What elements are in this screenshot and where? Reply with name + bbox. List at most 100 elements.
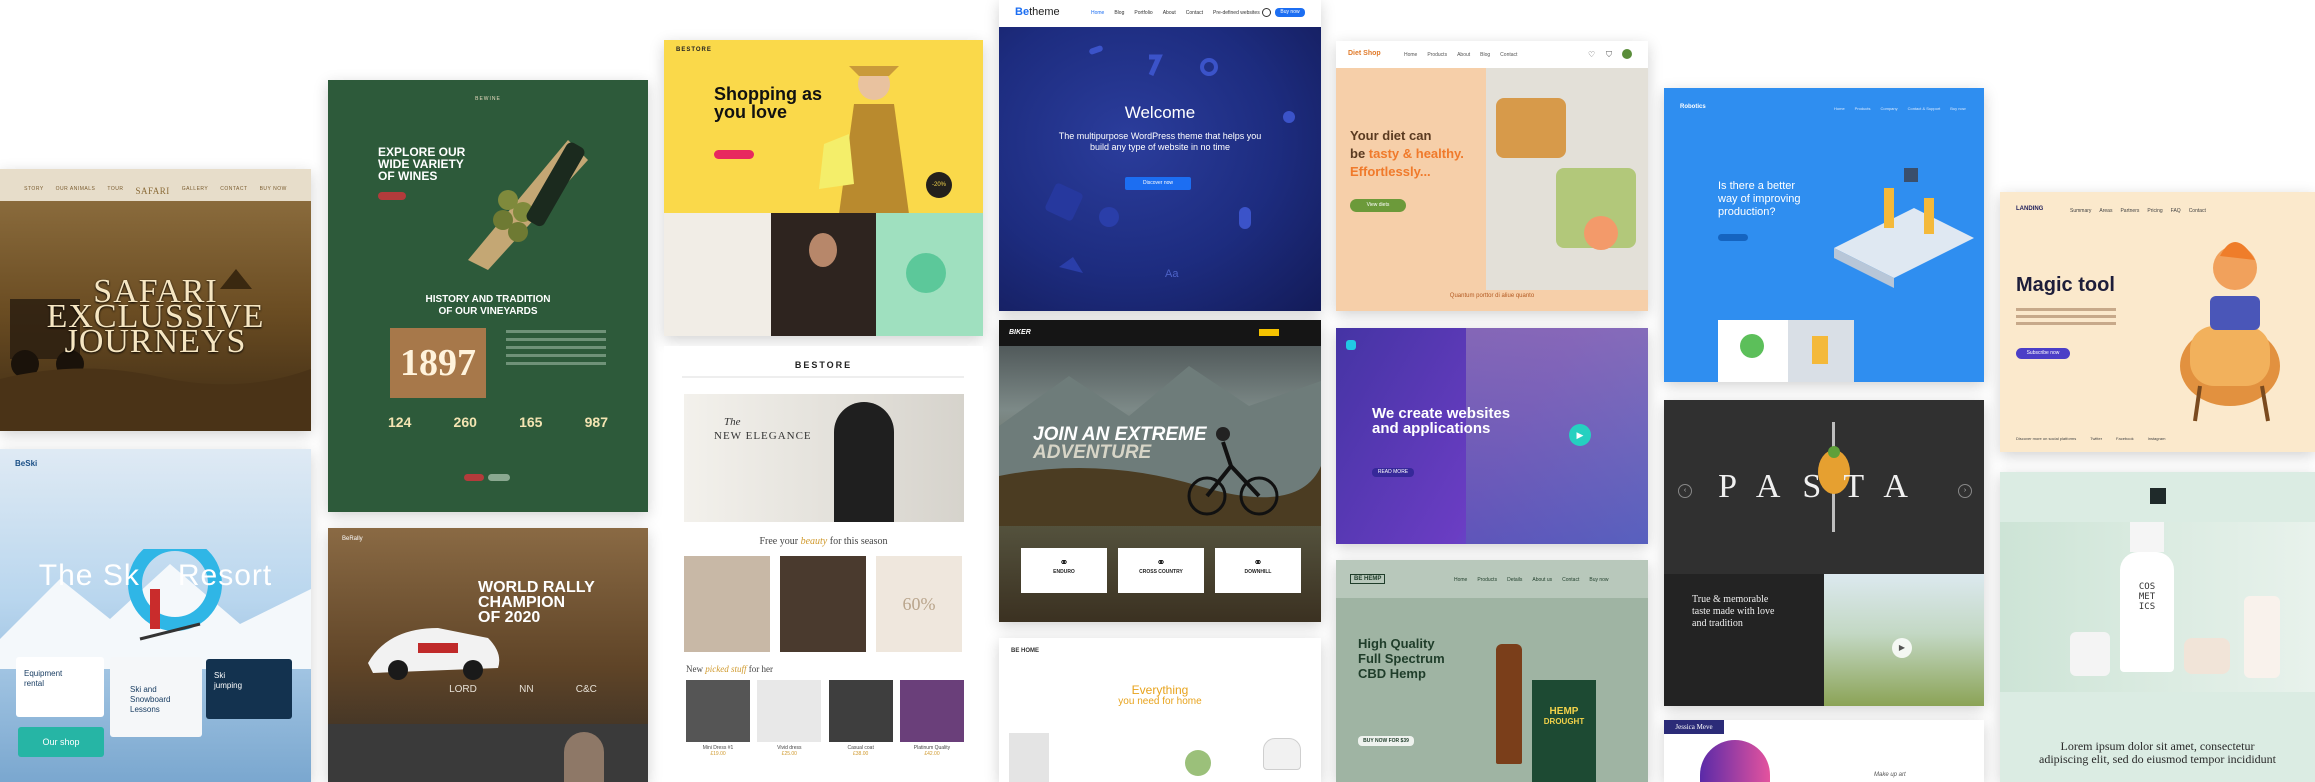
robotics-nav-item[interactable]: Company — [1880, 106, 1897, 111]
welcome-discover-button[interactable]: Discover now — [1125, 177, 1191, 190]
store-product-card[interactable]: Casual coat £38.00 — [828, 680, 893, 757]
wine-cta-button[interactable] — [378, 192, 406, 200]
cart-icon[interactable]: ⛉ — [1606, 50, 1612, 60]
chevron-left-icon[interactable]: ‹ — [1678, 484, 1692, 498]
hemp-nav-item[interactable]: Contact — [1562, 577, 1579, 583]
robotics-nav-item[interactable]: Home — [1834, 106, 1845, 111]
store-logo[interactable]: BESTORE — [664, 360, 983, 370]
betheme-nav-item[interactable]: Blog — [1114, 10, 1124, 16]
ski-shop-button[interactable]: Our shop — [18, 727, 104, 757]
diet-nav-item[interactable]: Blog — [1480, 52, 1490, 58]
betheme-buy-button[interactable]: Buy now — [1275, 8, 1305, 17]
hemp-logo[interactable]: BE HEMP — [1350, 574, 1386, 584]
store-product-card[interactable]: Vivid dress £25.00 — [757, 680, 822, 757]
betheme-nav-item[interactable]: Contact — [1186, 10, 1203, 16]
shopping-logo[interactable]: BESTORE — [676, 47, 712, 53]
webdev-read-more-button[interactable]: READ MORE — [1372, 468, 1414, 477]
beauty-name-tag[interactable]: Jessica Meve — [1664, 720, 1724, 734]
wine-button-primary[interactable] — [464, 474, 484, 481]
shopping-preview[interactable]: BESTORE Shopping as you love -20% — [664, 40, 983, 336]
ski-card-equipment[interactable]: Equipment rental — [16, 657, 104, 717]
play-icon[interactable]: ▶ — [1569, 424, 1591, 446]
betheme-nav-item[interactable]: About — [1163, 10, 1176, 16]
landing-footer-link[interactable]: Twitter — [2090, 436, 2102, 441]
cosmetics-preview[interactable]: COS MET ICS Lorem ipsum dolor sit amet, … — [2000, 472, 2315, 782]
ski-card-lessons[interactable]: Ski and Snowboard Lessons — [110, 657, 202, 737]
robotics-robot-card[interactable] — [1788, 320, 1854, 382]
biker-card[interactable]: ⚭ ENDURO — [1021, 548, 1107, 593]
beauty-preview[interactable]: Jessica Meve Make up art — [1664, 720, 1984, 782]
store-product-tile[interactable] — [780, 556, 866, 652]
safari-nav-item[interactable]: GALLERY — [182, 186, 208, 196]
wine-preview[interactable]: BEWINE EXPLORE OUR WIDE VARIETY OF WINES… — [328, 80, 648, 512]
ski-preview[interactable]: BeSki The Sk Resort Equipment rental Ski a… — [0, 449, 311, 782]
landing-nav-item[interactable]: Partners — [2120, 208, 2139, 214]
search-icon[interactable] — [1262, 8, 1271, 17]
play-icon[interactable]: ▶ — [1892, 638, 1912, 658]
hemp-buy-button[interactable]: BUY NOW FOR $39 — [1358, 736, 1414, 746]
robotics-logo[interactable]: Robotics — [1680, 104, 1706, 110]
diet-nav-item[interactable]: Products — [1427, 52, 1447, 58]
home-preview[interactable]: BE HOME Everything you need for home — [999, 638, 1321, 782]
home-logo[interactable]: BE HOME — [1011, 648, 1039, 654]
user-icon[interactable] — [1622, 49, 1632, 59]
biker-logo[interactable]: BIKER — [1009, 329, 1031, 336]
safari-nav-item[interactable]: BUY NOW — [260, 186, 287, 196]
webdev-preview[interactable]: We create websites and applications ▶ RE… — [1336, 328, 1648, 544]
robotics-cta-button[interactable] — [1718, 234, 1748, 241]
hemp-nav-item[interactable]: Products — [1477, 577, 1497, 583]
betheme-logo[interactable]: Betheme — [1015, 6, 1060, 18]
landing-preview[interactable]: LANDING Summary Areas Partners Pricing F… — [2000, 192, 2315, 452]
shopping-cta-button[interactable] — [714, 150, 754, 159]
hemp-nav-item[interactable]: Home — [1454, 577, 1467, 583]
hemp-nav-item[interactable]: Details — [1507, 577, 1522, 583]
landing-nav-item[interactable]: Summary — [2070, 208, 2091, 214]
hemp-preview[interactable]: BE HEMP Home Products Details About us C… — [1336, 560, 1648, 782]
rally-logo[interactable]: BeRally — [342, 536, 363, 542]
store-product-tile[interactable] — [684, 556, 770, 652]
betheme-preview[interactable]: Betheme Home Blog Portfolio About Contac… — [999, 0, 1321, 311]
safari-logo[interactable]: SAFARI — [135, 186, 169, 196]
landing-subscribe-button[interactable]: Subscribe now — [2016, 348, 2070, 359]
hemp-nav-item[interactable]: About us — [1532, 577, 1552, 583]
hemp-nav-item[interactable]: Buy now — [1589, 577, 1608, 583]
diet-view-button[interactable]: View diets — [1350, 199, 1406, 212]
landing-footer-link[interactable]: Instagram — [2148, 436, 2166, 441]
biker-buy-button[interactable] — [1259, 329, 1279, 336]
store-preview[interactable]: BESTORE The NEW ELEGANCE Free your beaut… — [664, 346, 983, 782]
landing-footer-link[interactable]: Facebook — [2116, 436, 2134, 441]
diet-nav-item[interactable]: About — [1457, 52, 1470, 58]
safari-nav-item[interactable]: STORY — [24, 186, 44, 196]
robotics-nav-item[interactable]: Buy now — [1950, 106, 1965, 111]
diet-preview[interactable]: Diet Shop Home Products About Blog Conta… — [1336, 41, 1648, 311]
landing-logo[interactable]: LANDING — [2016, 206, 2043, 212]
diet-nav-item[interactable]: Home — [1404, 52, 1417, 58]
landing-nav-item[interactable]: FAQ — [2171, 208, 2181, 214]
chevron-right-icon[interactable]: › — [1958, 484, 1972, 498]
diet-logo[interactable]: Diet Shop — [1348, 50, 1381, 57]
robotics-preview[interactable]: Robotics Home Products Company Contact &… — [1664, 88, 1984, 382]
landing-nav-item[interactable]: Pricing — [2147, 208, 2162, 214]
cosmetics-logo[interactable] — [2150, 488, 2166, 504]
pasta-preview[interactable]: PASTA ‹ › True & memorable taste made wi… — [1664, 400, 1984, 706]
betheme-nav-item[interactable]: Portfolio — [1134, 10, 1152, 16]
safari-nav-item[interactable]: TOUR — [107, 186, 123, 196]
robotics-nav-item[interactable]: Contact & Support — [1908, 106, 1941, 111]
robotics-nav-item[interactable]: Products — [1855, 106, 1871, 111]
safari-preview[interactable]: STORY OUR ANIMALS TOUR SAFARI GALLERY CO… — [0, 169, 311, 431]
webdev-logo-icon[interactable] — [1346, 340, 1356, 350]
ski-logo[interactable]: BeSki — [15, 459, 37, 468]
diet-nav-item[interactable]: Contact — [1500, 52, 1517, 58]
biker-card[interactable]: ⚭ DOWNHILL — [1215, 548, 1301, 593]
heart-icon[interactable]: ♡ — [1588, 50, 1595, 59]
rally-preview[interactable]: BeRally WORLD RALLY CHAMPION OF 2020 LOR… — [328, 528, 648, 782]
ski-card-jumping[interactable]: Ski jumping — [206, 659, 292, 719]
store-percent-tile[interactable]: 60% — [876, 556, 962, 652]
biker-preview[interactable]: BIKER JOIN AN EXTREME ADVENTURE ⚭ ENDURO … — [999, 320, 1321, 622]
wine-button-secondary[interactable] — [488, 474, 510, 481]
betheme-nav-item[interactable]: Home — [1091, 10, 1104, 16]
safari-nav-item[interactable]: CONTACT — [220, 186, 247, 196]
safari-nav-item[interactable]: OUR ANIMALS — [56, 186, 96, 196]
robotics-tree-card[interactable] — [1718, 320, 1788, 382]
betheme-nav-item[interactable]: Pre-defined websites — [1213, 10, 1260, 16]
